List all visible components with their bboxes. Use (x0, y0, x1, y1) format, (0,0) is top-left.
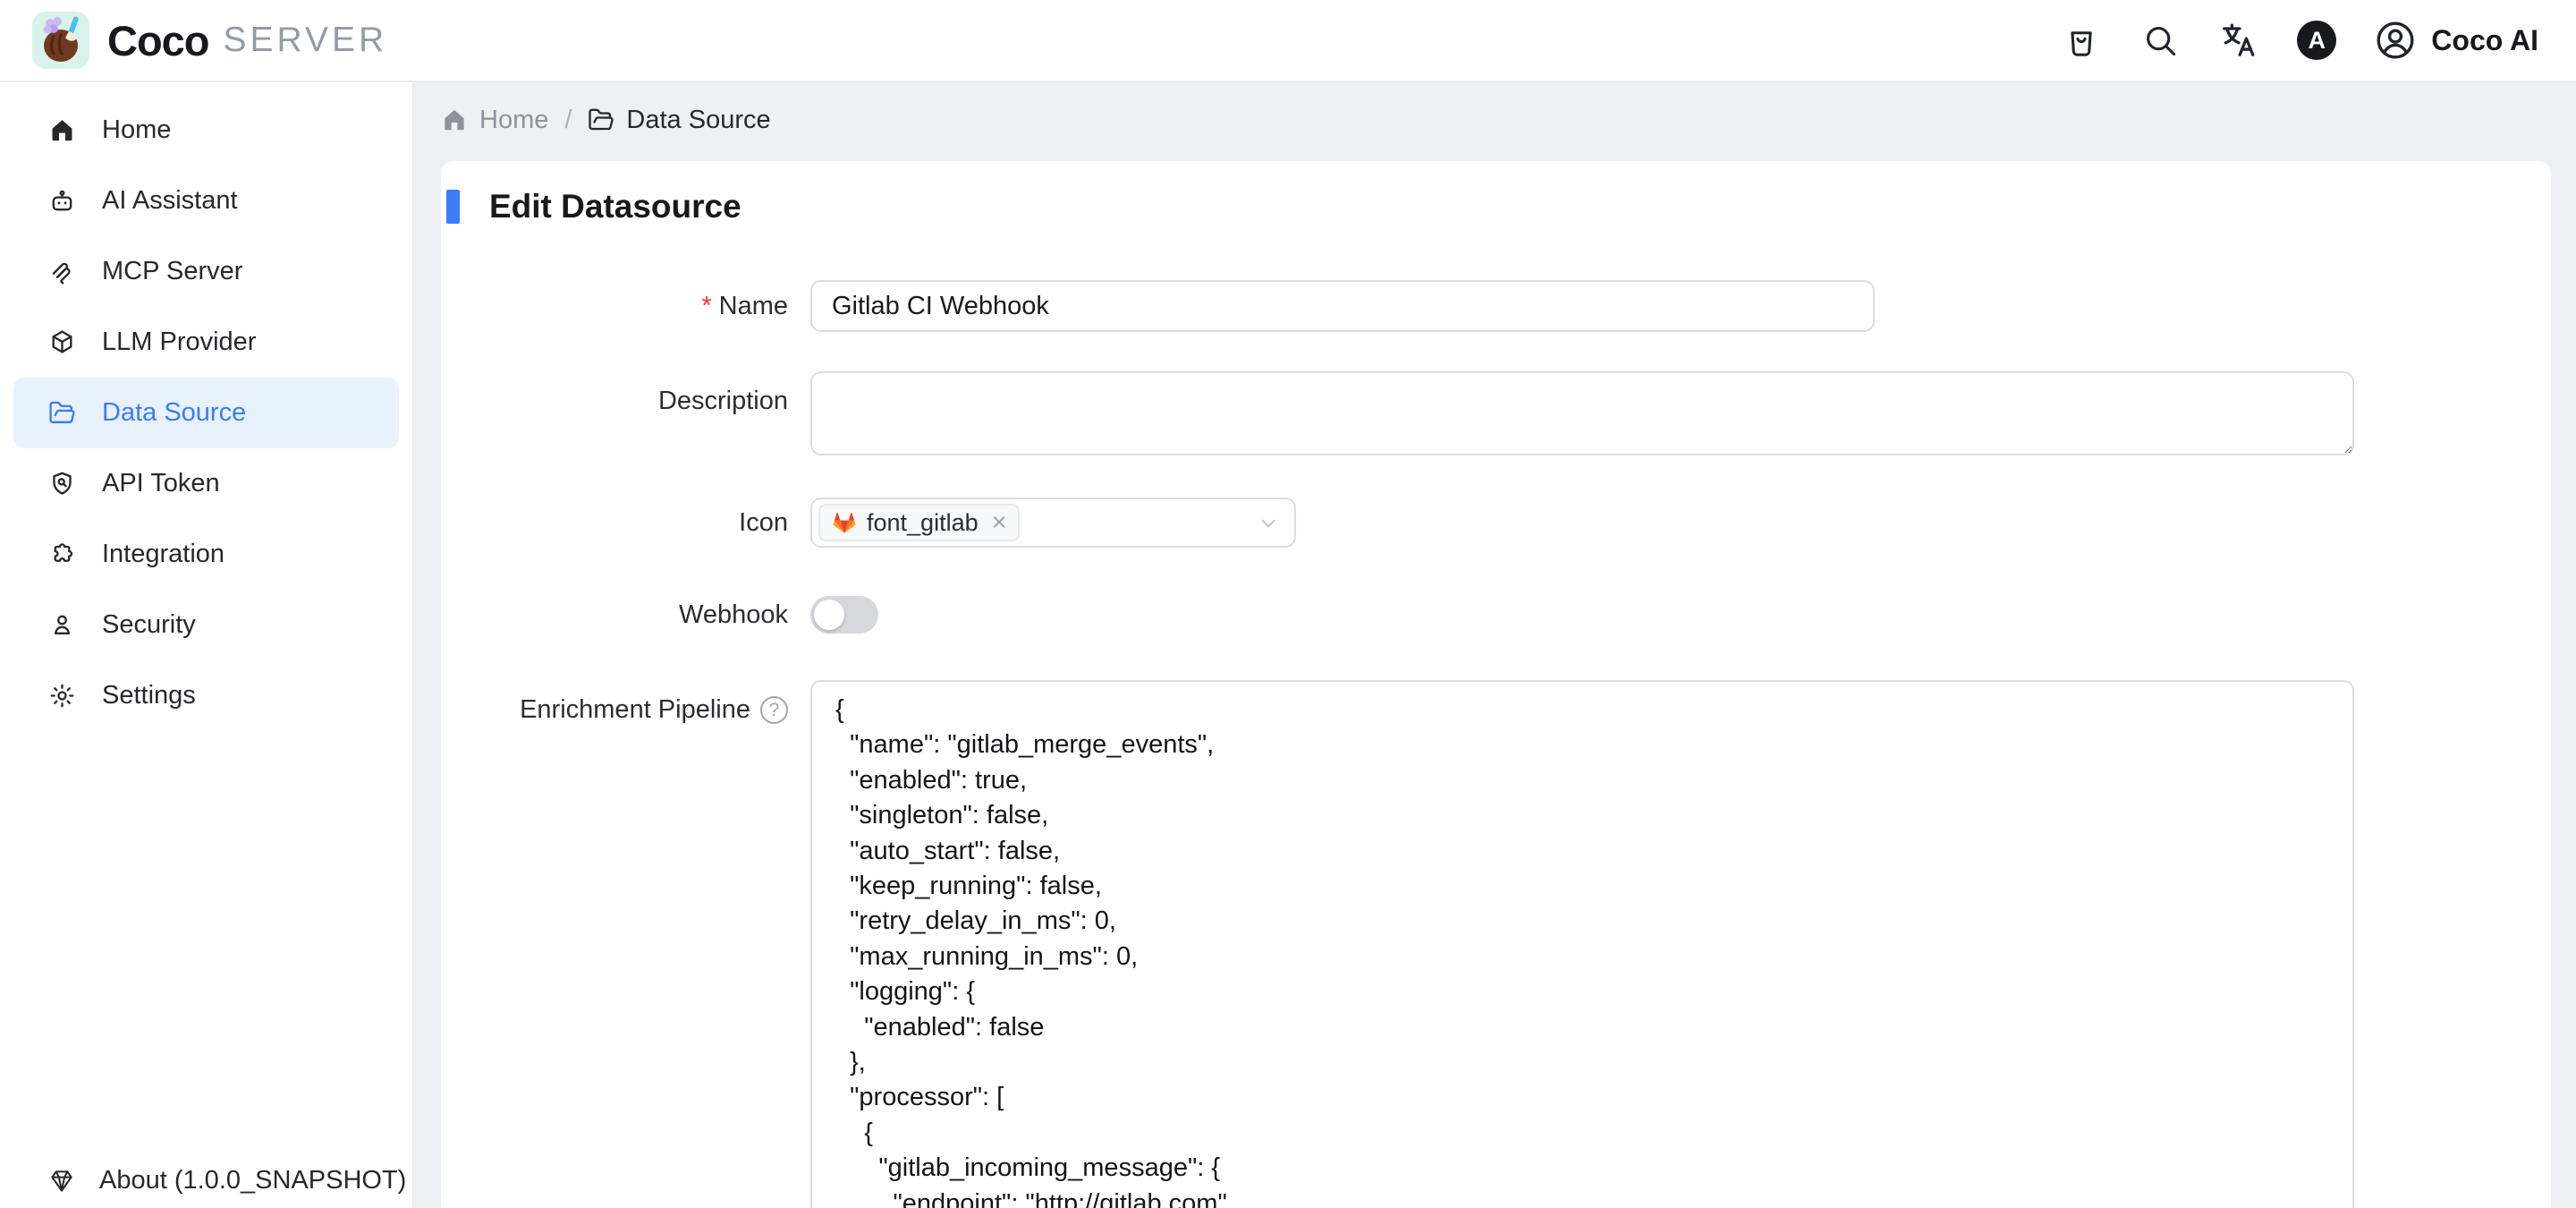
sidebar-item-label: LLM Provider (102, 328, 256, 357)
webhook-label: Webhook (441, 600, 810, 631)
about-label: About (1.0.0_SNAPSHOT) (99, 1166, 406, 1195)
header-actions: A Coco AI (2061, 19, 2576, 62)
name-label: * Name (441, 291, 810, 322)
sidebar-item-integration[interactable]: Integration (13, 519, 399, 590)
sidebar-item-security[interactable]: Security (13, 590, 399, 660)
sidebar-item-ai-assistant[interactable]: AI Assistant (13, 166, 399, 236)
breadcrumb-separator: / (564, 106, 572, 135)
description-textarea[interactable] (810, 371, 2354, 455)
icon-label: Icon (441, 507, 810, 539)
user-menu[interactable]: Coco AI (2374, 19, 2538, 62)
store-bag-icon[interactable] (2061, 20, 2102, 61)
sidebar-item-data-source[interactable]: Data Source (13, 378, 399, 448)
description-label: Description (441, 371, 810, 417)
enrichment-pipeline-label: Enrichment Pipeline ? (441, 680, 810, 726)
breadcrumb-home-label: Home (479, 106, 548, 135)
sidebar-item-label: Home (102, 115, 171, 145)
name-input[interactable] (810, 280, 1875, 332)
icon-tag-chip: font_gitlab × (818, 504, 1020, 541)
sidebar-item-llm-provider[interactable]: LLM Provider (13, 307, 399, 378)
webhook-toggle[interactable] (810, 596, 878, 634)
translate-icon[interactable] (2218, 20, 2259, 61)
sidebar-item-mcp-server[interactable]: MCP Server (13, 236, 399, 307)
user-name: Coco AI (2431, 24, 2538, 57)
sidebar-about[interactable]: About (1.0.0_SNAPSHOT) (48, 1166, 406, 1195)
sidebar-item-label: Data Source (102, 398, 246, 428)
sidebar-item-label: Integration (102, 540, 225, 569)
help-icon[interactable]: ? (760, 696, 788, 724)
search-icon[interactable] (2140, 20, 2181, 61)
page-title: Edit Datasource (489, 188, 741, 225)
breadcrumb-current-label: Data Source (626, 106, 770, 135)
folder-open-icon (588, 106, 614, 133)
brand-suffix: SERVER (224, 21, 388, 60)
sidebar-item-label: API Token (102, 469, 220, 498)
top-header: Coco SERVER A (0, 0, 2576, 82)
chevron-down-icon (1257, 512, 1280, 535)
form-row-name: * Name (441, 280, 2551, 332)
enrichment-pipeline-editor[interactable]: { "name": "gitlab_merge_events", "enable… (810, 680, 2354, 1208)
user-avatar-icon (2374, 19, 2417, 62)
mcp-icon (48, 258, 76, 285)
brand-name: Coco (107, 16, 209, 65)
form-row-enrichment-pipeline: Enrichment Pipeline ? { "name": "gitlab_… (441, 680, 2551, 1208)
person-icon (48, 611, 76, 639)
sidebar-item-label: Settings (102, 681, 196, 710)
brand[interactable]: Coco SERVER (0, 12, 387, 69)
shield-search-icon (48, 470, 76, 498)
folder-open-icon (48, 399, 76, 427)
theme-toggle-icon[interactable]: A (2297, 21, 2336, 60)
gear-icon (48, 682, 76, 710)
title-row: Edit Datasource (441, 188, 2551, 225)
puzzle-icon (48, 540, 76, 568)
toggle-knob (814, 600, 844, 630)
main-content: Home / Data Source Edit Datasource * Nam… (416, 82, 2576, 1208)
form-row-description: Description (441, 371, 2551, 455)
sidebar-nav: Home AI Assistant MCP Server (0, 82, 412, 731)
required-asterisk: * (701, 291, 711, 322)
gem-icon (48, 1168, 75, 1195)
sidebar-item-label: AI Assistant (102, 186, 238, 216)
sidebar-item-label: MCP Server (102, 257, 242, 286)
form-row-webhook: Webhook (441, 596, 2551, 634)
title-accent-bar (446, 190, 460, 224)
icon-tag-text: font_gitlab (867, 509, 979, 537)
breadcrumb-current[interactable]: Data Source (588, 106, 770, 135)
package-icon (48, 328, 76, 356)
tag-remove-icon[interactable]: × (992, 510, 1007, 536)
sidebar: Home AI Assistant MCP Server (0, 82, 414, 1208)
edit-datasource-card: Edit Datasource * Name Description (441, 161, 2551, 1208)
breadcrumb: Home / Data Source (441, 102, 2576, 138)
robot-icon (48, 187, 76, 215)
home-icon (441, 106, 468, 133)
sidebar-item-home[interactable]: Home (13, 95, 399, 166)
sidebar-item-settings[interactable]: Settings (13, 660, 399, 731)
sidebar-item-label: Security (102, 610, 196, 640)
icon-select[interactable]: font_gitlab × (810, 498, 1296, 548)
gitlab-icon (831, 509, 858, 536)
edit-datasource-form: * Name Description Icon (441, 280, 2551, 1208)
coconut-icon (32, 12, 89, 69)
form-row-icon: Icon (441, 498, 2551, 548)
sidebar-item-api-token[interactable]: API Token (13, 448, 399, 519)
home-icon (48, 116, 76, 144)
breadcrumb-home[interactable]: Home (441, 106, 548, 135)
